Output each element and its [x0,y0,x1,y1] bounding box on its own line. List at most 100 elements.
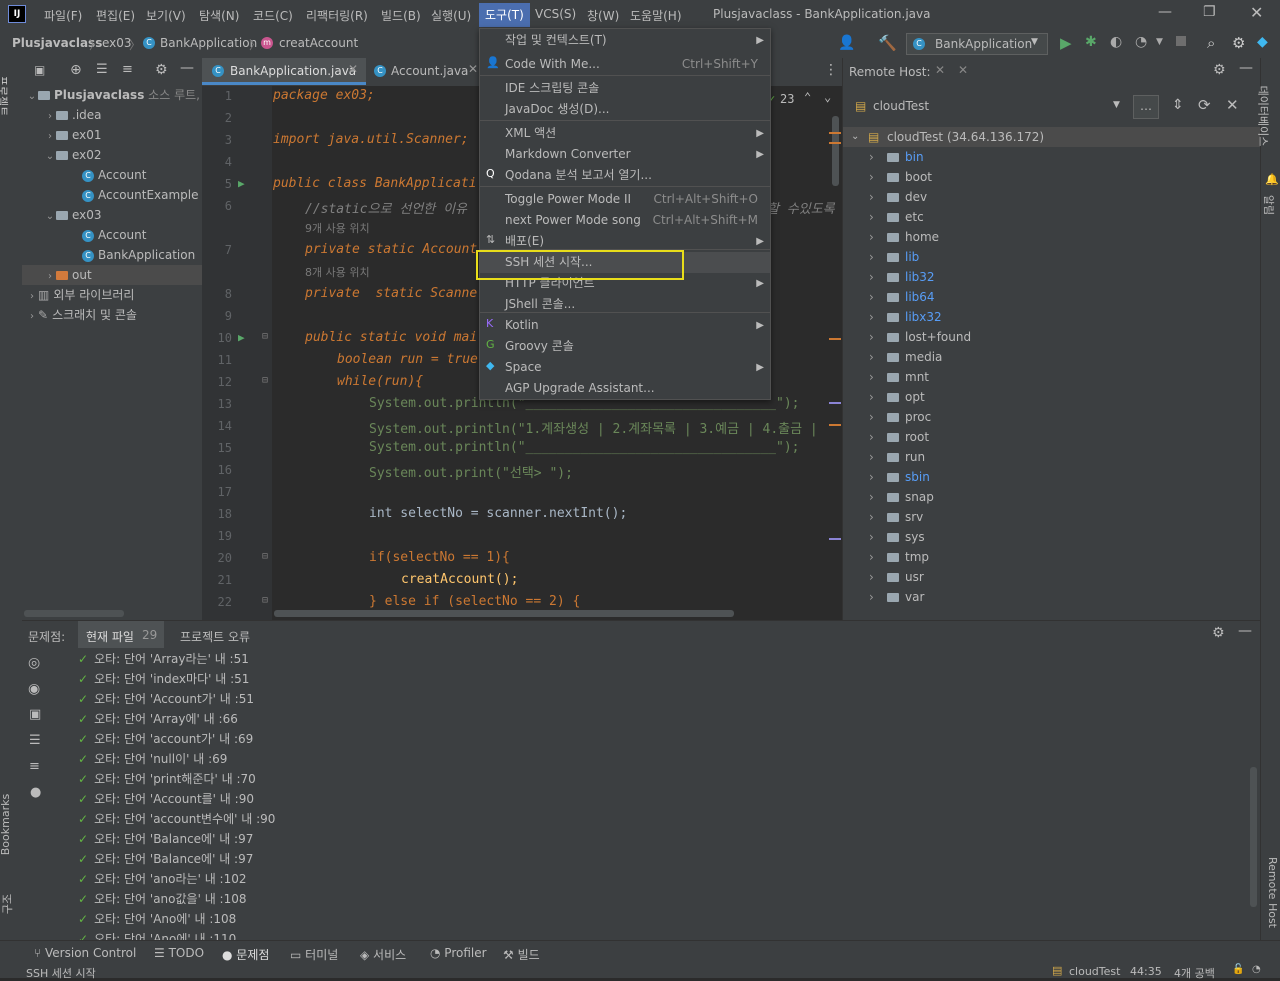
notification-tool-button[interactable]: 🔔 알림 [1262,173,1279,215]
fold-icon[interactable]: ⊟ [262,551,268,562]
error-stripe-mark[interactable] [829,132,841,134]
server-selector[interactable]: ▤ cloudTest ▼ [851,96,1126,118]
user-icon[interactable]: 👤 [838,35,855,51]
close-icon[interactable]: ✕ [958,63,968,77]
tree-item-ex02[interactable]: ⌄ ex02 [22,145,224,165]
menu-help[interactable]: 도움말(H) [630,7,682,24]
menu-run[interactable]: 실행(U) [431,7,471,24]
project-view-icon[interactable]: ▣ [34,63,45,77]
problem-item[interactable]: ✓ 오타: 단어 'ano값을' 내 :108 [78,889,247,909]
problem-item[interactable]: ✓ 오타: 단어 'print해준다' 내 :70 [78,769,256,789]
minimize-icon[interactable]: — [1158,4,1172,20]
breadcrumb-class[interactable]: BankApplication [160,36,257,50]
tree-item-scratches[interactable]: › ✎ 스크래치 및 콘솔 [22,305,206,325]
run-gutter-icon[interactable]: ▶ [238,177,245,190]
menu-item[interactable]: next Power Mode song Ctrl+Alt+Shift+M [480,210,770,231]
collapse-all-icon[interactable]: ≡ [29,759,40,774]
more-options-icon[interactable]: ⋮ [824,62,838,78]
remote-dir-item[interactable]: › opt [843,387,1261,407]
structure-tool-button[interactable]: 구조 [1,886,19,926]
remote-dir-item[interactable]: › etc [843,207,1261,227]
problem-item[interactable]: ✓ 오타: 단어 'Balance에' 내 :97 [78,849,253,869]
menu-vcs[interactable]: VCS(S) [535,7,576,21]
services-button[interactable]: ◈ 서비스 [360,946,406,963]
eye-icon[interactable]: ◉ [28,681,40,697]
remote-dir-item[interactable]: › usr [843,567,1261,587]
tab-bank-application[interactable]: C BankApplication.java ✕ [202,58,366,85]
remote-root[interactable]: ⌄ ▤ cloudTest (34.64.136.172) [843,127,1261,147]
remote-dir-item[interactable]: › srv [843,507,1261,527]
tree-item-idea[interactable]: › .idea [22,105,224,125]
error-stripe-mark[interactable] [829,402,841,404]
remote-dir-item[interactable]: › home [843,227,1261,247]
tab-account[interactable]: C Account.java ✕ [366,58,486,85]
gear-icon[interactable]: ⚙ [155,62,168,78]
stop-icon[interactable] [1176,36,1186,46]
remote-dir-item[interactable]: › boot [843,167,1261,187]
remote-dir-item[interactable]: › run [843,447,1261,467]
remote-dir-item[interactable]: › var [843,587,1261,607]
status-position[interactable]: 44:35 [1130,965,1162,978]
remote-dir-item[interactable]: › bin [843,147,1261,167]
menu-window[interactable]: 창(W) [587,7,619,24]
menu-edit[interactable]: 편집(E) [96,7,135,24]
menu-item[interactable]: IDE 스크립팅 콘솔 [480,78,770,99]
close-tab-icon[interactable]: ✕ [348,62,358,76]
tree-item-external-libraries[interactable]: › ▥ 외부 라이브러리 [22,285,206,305]
menu-item[interactable]: ⇅ 배포(E) ▶ [480,231,770,252]
remote-dir-item[interactable]: › sys [843,527,1261,547]
remote-dir-item[interactable]: › tmp [843,547,1261,567]
menu-item[interactable]: AGP Upgrade Assistant... [480,378,770,399]
menu-code[interactable]: 코드(C) [253,7,293,24]
fold-icon[interactable]: ⊟ [262,595,268,606]
refresh-icon[interactable]: ⟳ [1198,96,1211,114]
error-stripe-mark[interactable] [829,338,841,340]
tab-current-file[interactable]: 현재 파일 29 [78,621,164,648]
terminal-button[interactable]: ▭ 터미널 [290,946,338,963]
remote-dir-item[interactable]: › lib64 [843,287,1261,307]
restore-icon[interactable]: ❐ [1203,4,1216,20]
menu-item[interactable]: ◆ Space ▶ [480,357,770,378]
locate-icon[interactable]: ⊕ [70,62,82,78]
run-gutter-icon[interactable]: ▶ [238,331,245,344]
remote-dir-item[interactable]: › lib32 [843,267,1261,287]
problem-item[interactable]: ✓ 오타: 단어 'Account를' 내 :90 [78,789,254,809]
remote-dir-item[interactable]: › dev [843,187,1261,207]
menu-item[interactable]: Markdown Converter ▶ [480,144,770,165]
profiler-button[interactable]: ◔ Profiler [430,946,487,960]
horizontal-scrollbar[interactable] [24,610,124,617]
tree-item-ex01[interactable]: › ex01 [22,125,224,145]
bookmarks-tool-button[interactable]: Bookmarks [0,788,19,868]
collapse-all-icon[interactable]: ≡ [122,62,133,77]
menu-item[interactable]: G Groovy 콘솔 [480,336,770,357]
build-button[interactable]: ⚒ 빌드 [503,946,540,963]
run-config-select[interactable]: C BankApplication ▼ [906,33,1048,55]
remote-dir-item[interactable]: › libx32 [843,307,1261,327]
remote-dir-item[interactable]: › proc [843,407,1261,427]
coverage-icon[interactable]: ◐ [1110,34,1122,50]
chevron-up-icon[interactable]: ⌃ [804,90,811,104]
horizontal-scrollbar[interactable] [274,610,734,617]
error-stripe-mark[interactable] [829,424,841,426]
hide-panel-icon[interactable]: — [1238,623,1252,639]
problem-item[interactable]: ✓ 오타: 단어 'index마다' 내 :51 [78,669,249,689]
build-hammer-icon[interactable]: 🔨 [878,34,897,52]
fold-icon[interactable]: ⊟ [262,331,268,342]
status-server[interactable]: cloudTest [1069,965,1120,978]
menu-item[interactable]: Q Qodana 분석 보고서 열기... [480,165,770,186]
vertical-scrollbar[interactable] [1250,767,1257,907]
close-tab-icon[interactable]: ✕ [935,63,945,77]
tree-item-ex03[interactable]: ⌄ ex03 [22,205,224,225]
usage-hint[interactable]: 8개 사용 위치 [305,264,370,280]
menu-item[interactable]: JavaDoc 생성(D)... [480,99,770,120]
version-control-button[interactable]: ⑂ Version Control [34,946,136,960]
problem-item[interactable]: ✓ 오타: 단어 'null이' 내 :69 [78,749,227,769]
profile-icon[interactable]: ◔ [1135,34,1147,50]
menu-item[interactable]: XML 액션 ▶ [480,123,770,144]
hide-panel-icon[interactable]: — [180,60,194,76]
close-tab-icon[interactable]: ✕ [468,62,478,76]
remote-dir-item[interactable]: › mnt [843,367,1261,387]
error-stripe-mark[interactable] [829,538,841,540]
remote-dir-item[interactable]: › media [843,347,1261,367]
remote-dir-item[interactable]: › lib [843,247,1261,267]
